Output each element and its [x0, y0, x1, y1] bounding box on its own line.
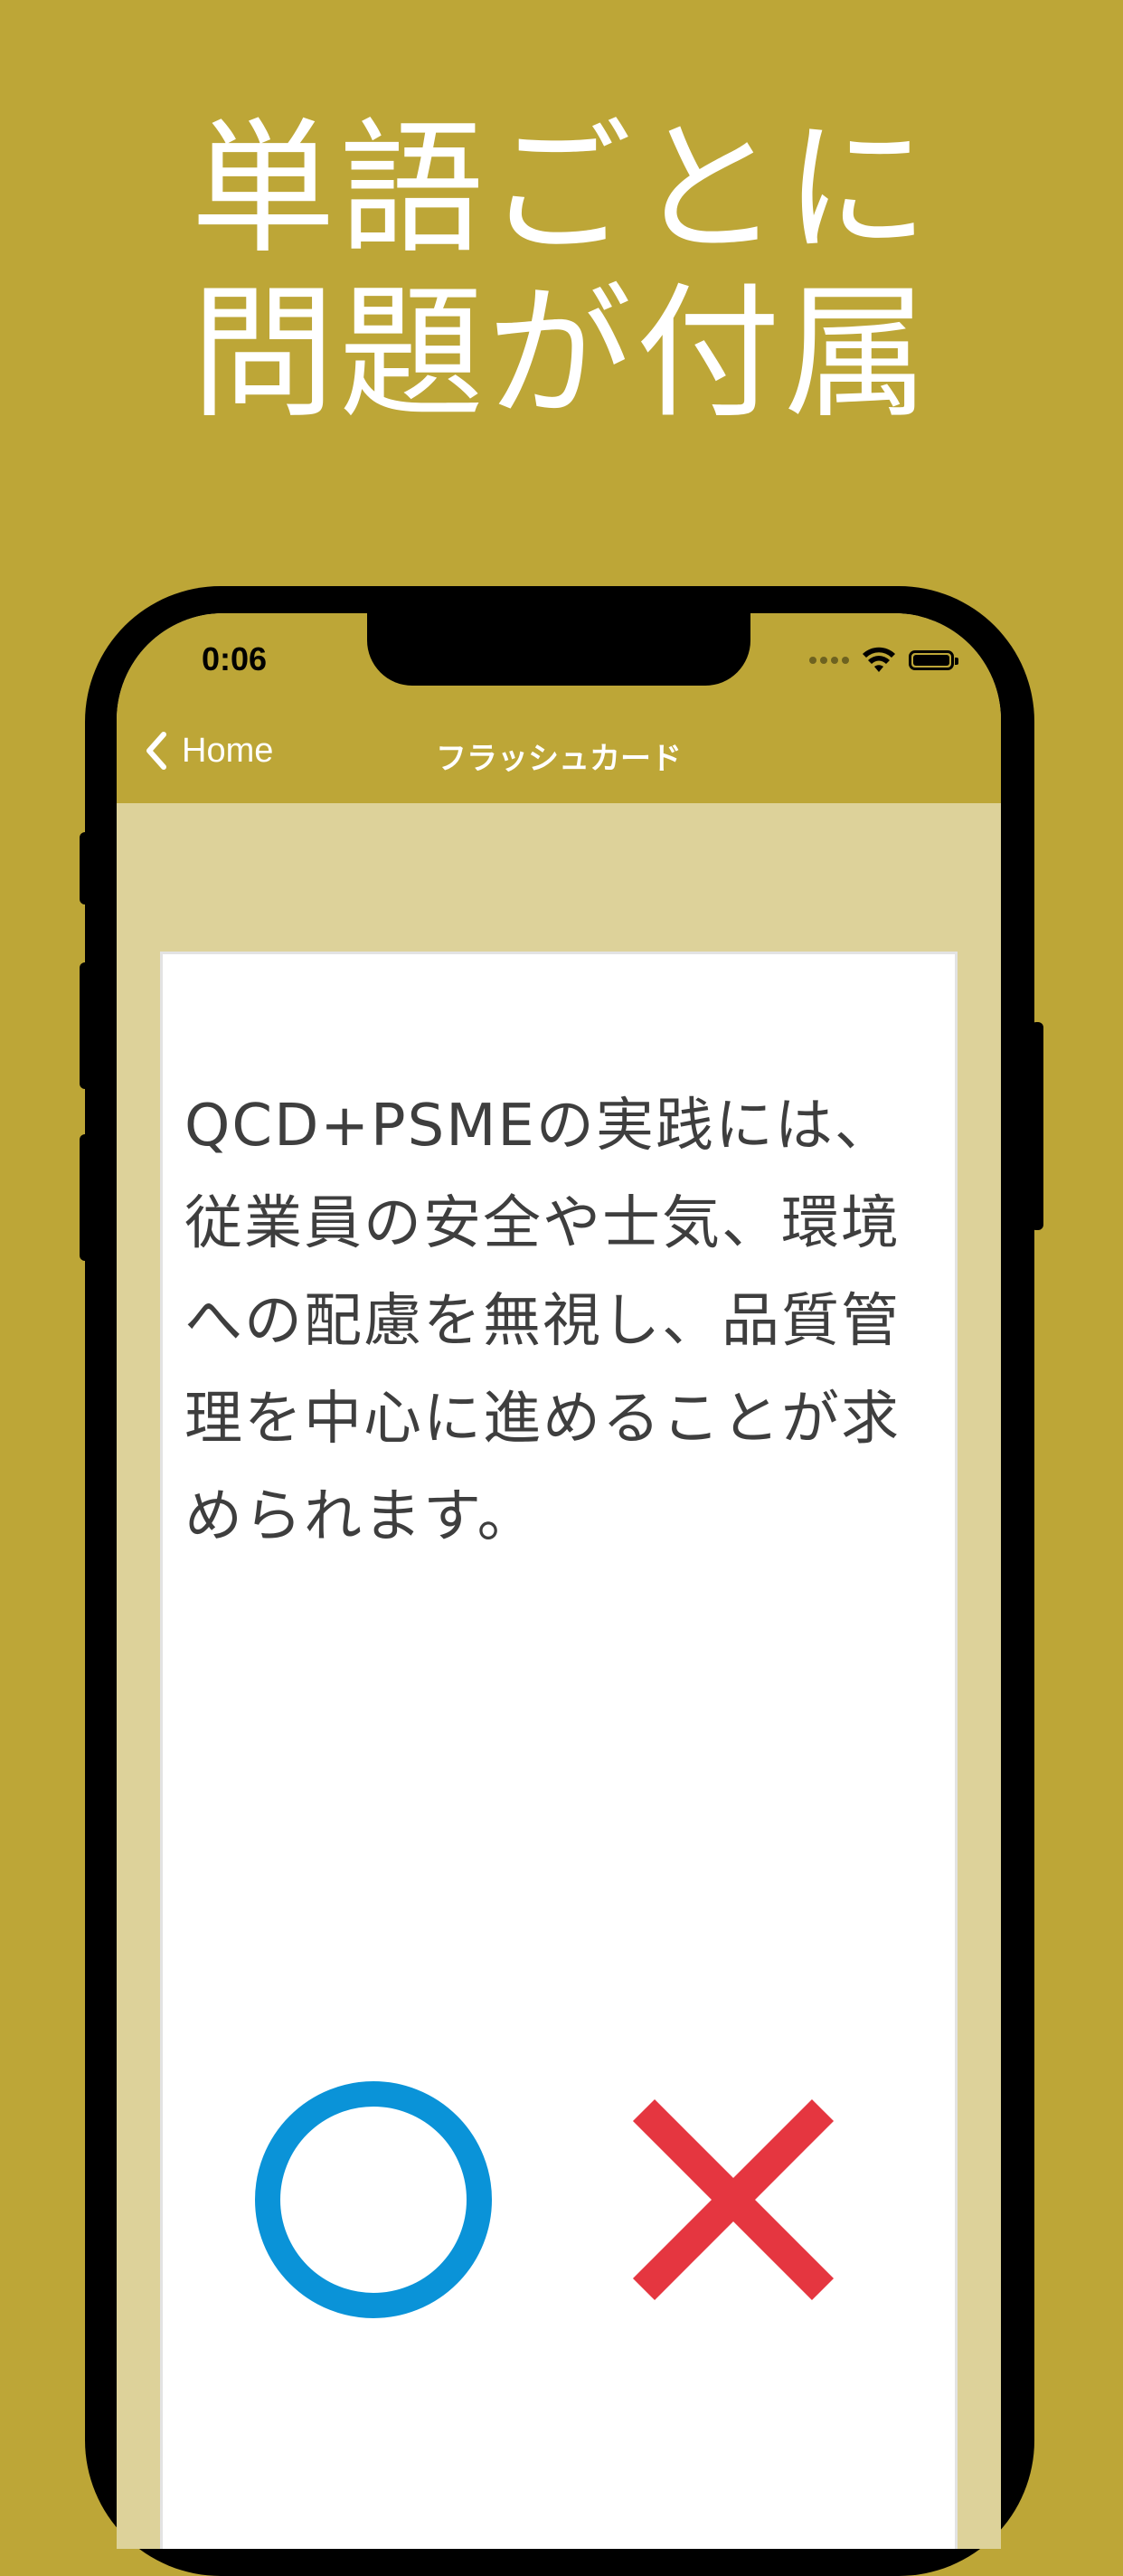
phone-notch: [367, 613, 750, 686]
phone-volume-down: [80, 1134, 92, 1261]
cross-x-icon[interactable]: [628, 2094, 839, 2306]
status-and-nav-bar: 0:06 Home フラッシュカード: [117, 613, 1001, 803]
promo-headline: 単語ごとに 問題が付属: [0, 107, 1123, 436]
question-text: QCD+PSMEの実践には、従業員の安全や士気、環境への配慮を無視し、品質管理を…: [184, 1093, 901, 1550]
flashcard: QCD+PSMEの実践には、従業員の安全や士気、環境への配慮を無視し、品質管理を…: [160, 952, 958, 2549]
status-time: 0:06: [202, 640, 268, 677]
phone-volume-up: [80, 962, 92, 1089]
phone-power-button: [1031, 1022, 1043, 1230]
phone-mute-switch: [80, 832, 92, 904]
nav-title: フラッシュカード: [436, 741, 682, 777]
circle-o-icon[interactable]: [253, 2079, 494, 2320]
headline-line-1: 単語ごとに: [190, 104, 932, 273]
cellular-signal-icon: [809, 657, 849, 664]
wifi-icon: [863, 647, 895, 672]
battery-icon: [909, 650, 958, 670]
headline-line-2: 問題が付属: [190, 269, 932, 438]
phone-screen: 0:06 Home フラッシュカード QCD+PSMEの実践には、従業員の安全や…: [117, 613, 1001, 2549]
status-icons: [809, 644, 958, 677]
